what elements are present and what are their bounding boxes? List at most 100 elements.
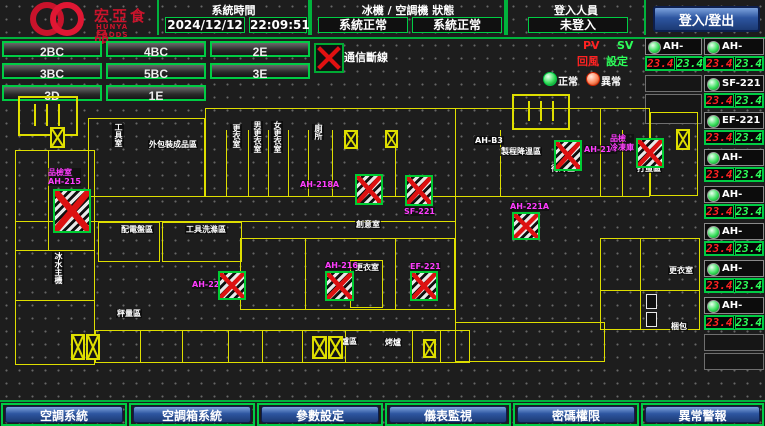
damper-icon: [344, 130, 358, 149]
map-equipment-label-ah-216: AH-216: [325, 261, 358, 270]
system-time-label: 系統時間: [159, 0, 308, 18]
nav-ahu-system-button[interactable]: 空調箱系統: [133, 406, 251, 423]
nav-password-auth-button[interactable]: 密碼權限: [517, 406, 635, 423]
chiller-status-value: 系統正常: [318, 17, 408, 33]
login-panel: 登入人員 未登入: [506, 0, 646, 35]
pv-label: PV: [583, 39, 600, 52]
damper-icon: [385, 130, 398, 148]
hmi-screen: 宏亞食品 HUNYA FOODS 系統時間 2024/12/12 22:09:5…: [0, 0, 765, 426]
pv-value: 23.4: [705, 94, 734, 107]
pv-value: 23.4: [705, 205, 734, 218]
logo-company-subtitle: HUNYA FOODS: [96, 23, 154, 39]
ahu-fan-icon-ah-214[interactable]: [554, 140, 582, 171]
equipment-ah-214-values: 23.4 23.4: [704, 315, 764, 330]
status-led-icon: [707, 226, 720, 239]
map-equipment-label-cold-room: 品檢 冷凍庫: [610, 134, 634, 152]
system-clock-value: 22:09:51: [249, 17, 307, 33]
damper-icon: [328, 336, 343, 359]
floor-button-1e[interactable]: 1E: [106, 85, 206, 101]
status-led-icon: [707, 78, 720, 91]
floor-button-2bc[interactable]: 2BC: [2, 41, 102, 57]
equipment-ah-218a[interactable]: AH-218A: [704, 149, 764, 166]
pv-value: 23.4: [705, 279, 734, 292]
status-led-icon: [707, 300, 720, 313]
equipment-ef-221-values: 23.4 23.4: [704, 130, 764, 145]
room-label: 女更衣室: [271, 121, 283, 153]
equipment-ah-225[interactable]: AH-225: [645, 38, 702, 55]
equipment-ah-216[interactable]: AH-216: [704, 260, 764, 277]
room-label: 工具洗滌區: [185, 225, 227, 234]
damper-icon: [676, 129, 690, 150]
ahu-fan-icon-ah-215[interactable]: [53, 189, 91, 233]
equipment-sf-221[interactable]: SF-221: [704, 75, 764, 92]
room-label: 冰水主機: [52, 252, 64, 284]
floor-button-2e[interactable]: 2E: [210, 41, 310, 57]
map-equipment-label-ah-218a: AH-218A: [300, 180, 339, 189]
status-led-icon: [707, 263, 720, 276]
stairs-icon: [18, 96, 78, 136]
equipment-ef-221[interactable]: EF-221: [704, 112, 764, 129]
room-label: 秤量區: [116, 309, 142, 318]
equipment-ah-218b[interactable]: AH-218B: [704, 186, 764, 203]
floor-button-5bc[interactable]: 5BC: [106, 63, 206, 79]
pv-desc-label: 回風: [577, 53, 599, 69]
login-logout-button[interactable]: 登入/登出: [653, 6, 760, 32]
room-label: 烤爐: [384, 338, 402, 347]
floor-button-3bc[interactable]: 3BC: [2, 63, 102, 79]
equipment-empty-slot: [645, 75, 702, 92]
logo-ring-icon: [50, 2, 84, 36]
room-label: 外包裝成品區: [148, 140, 198, 149]
map-equipment-label-sf-221: SF-221: [404, 207, 435, 216]
pv-value: 23.4: [705, 57, 734, 70]
status-led-icon: [707, 115, 720, 128]
equipment-ah-214[interactable]: AH-214: [704, 297, 764, 314]
sv-desc-label: 設定: [606, 53, 628, 69]
abnormal-led-icon: [586, 72, 600, 86]
damper-icon: [50, 127, 65, 148]
sv-value: 23.4: [735, 242, 764, 255]
header-bar: 宏亞食品 HUNYA FOODS 系統時間 2024/12/12 22:09:5…: [0, 0, 765, 39]
nav-meter-monitor-button[interactable]: 儀表監視: [389, 406, 507, 423]
ahu-fan-icon-ef-221[interactable]: [410, 271, 438, 301]
nav-hvac-system-button[interactable]: 空調系統: [5, 406, 123, 423]
normal-label: 正常: [558, 73, 578, 88]
ahu-fan-icon-cold-room[interactable]: [636, 138, 664, 168]
ahu-fan-icon-ah-216[interactable]: [325, 271, 354, 301]
room-label: 工具室: [112, 123, 124, 147]
company-logo: 宏亞食品 HUNYA FOODS: [2, 1, 154, 35]
sv-value: 23.4: [735, 279, 764, 292]
floor-button-4bc[interactable]: 4BC: [106, 41, 206, 57]
map-equipment-label-ah-215: 品檢室 AH-215: [48, 168, 81, 186]
damper-icon: [423, 339, 436, 358]
sv-value: 23.4: [735, 316, 764, 329]
normal-led-icon: [543, 72, 557, 86]
abnormal-label: 異常: [601, 73, 621, 88]
login-user-value: 未登入: [528, 17, 628, 33]
ahu-fan-icon-ah-221a[interactable]: [512, 212, 540, 240]
sv-value: 23.4: [735, 94, 764, 107]
sv-value: 23.4: [735, 168, 764, 181]
floor-button-3e[interactable]: 3E: [210, 63, 310, 79]
machine-box: [646, 294, 657, 309]
ahu-fan-icon-ah-218a[interactable]: [355, 174, 383, 205]
room-label: 創意室: [355, 220, 381, 229]
sv-value: 23.4: [735, 57, 764, 70]
status-led-icon: [648, 41, 661, 54]
equipment-ah-218a-values: 23.4 23.4: [704, 167, 764, 182]
nav-parameter-settings-button[interactable]: 參數設定: [261, 406, 379, 423]
equipment-ah-221a-values: 23.4 23.4: [704, 56, 764, 71]
damper-icon: [71, 334, 85, 360]
equipment-ah-224-values: 23.4 23.4: [704, 241, 764, 256]
equipment-ah-224[interactable]: AH-224: [704, 223, 764, 240]
ahu-fan-icon-sf-221[interactable]: [405, 175, 433, 206]
equipment-ah-218b-values: 23.4 23.4: [704, 204, 764, 219]
ahu-fan-icon-ah-224[interactable]: [218, 271, 246, 300]
room-label: 更衣室: [668, 266, 694, 275]
footer-nav: 空調系統 空調箱系統 參數設定 儀表監視 密碼權限 異常警報: [0, 400, 765, 426]
room-label: 男更衣室: [251, 121, 263, 153]
equipment-ah-221a[interactable]: AH-221A: [704, 38, 764, 55]
machine-status-panel: 冰機 / 空調機 狀態 系統正常 系統正常: [310, 0, 506, 35]
damper-icon: [86, 334, 100, 360]
nav-alarm-button[interactable]: 異常警報: [645, 406, 760, 423]
machine-box: [646, 312, 657, 327]
